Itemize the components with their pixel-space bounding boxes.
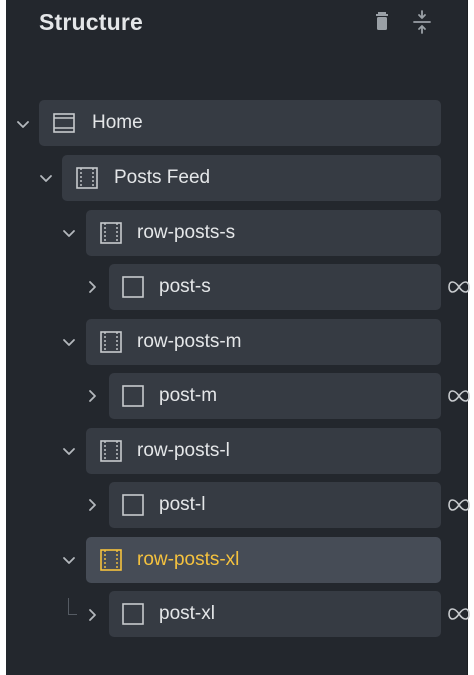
- box-icon: [121, 275, 145, 299]
- chevron-down-icon[interactable]: [60, 442, 78, 460]
- infinity-link-icon[interactable]: [448, 497, 470, 513]
- collapse-expand-icon[interactable]: [411, 9, 433, 35]
- page-icon: [52, 111, 76, 135]
- box-icon: [121, 493, 145, 517]
- tree-node-post-m[interactable]: post-m: [109, 373, 441, 419]
- box-icon: [121, 602, 145, 626]
- tree-node-row-posts-l[interactable]: row-posts-l: [86, 428, 441, 474]
- chevron-right-icon[interactable]: [83, 278, 101, 296]
- tree-node-label: Posts Feed: [114, 167, 211, 188]
- row-icon: [99, 439, 123, 463]
- structure-panel: Structure Home Posts Feed row-posts-s po…: [6, 0, 470, 675]
- tree-node-home[interactable]: Home: [39, 100, 441, 146]
- infinity-link-icon[interactable]: [448, 606, 470, 622]
- chevron-right-icon[interactable]: [83, 496, 101, 514]
- tree-node-label: post-xl: [159, 603, 215, 624]
- infinity-link-icon[interactable]: [448, 388, 470, 404]
- tree-node-label: Home: [92, 112, 143, 133]
- panel-header: Structure: [6, 0, 468, 48]
- chevron-right-icon[interactable]: [83, 606, 101, 624]
- tree-node-post-s[interactable]: post-s: [109, 264, 441, 310]
- tree-node-row-posts-s[interactable]: row-posts-s: [86, 210, 441, 256]
- tree-node-label: row-posts-xl: [137, 549, 240, 570]
- tree-guide-line: [68, 598, 77, 615]
- chevron-down-icon[interactable]: [60, 551, 78, 569]
- tree-node-label: row-posts-s: [137, 222, 236, 243]
- row-icon: [99, 330, 123, 354]
- tree-node-label: post-l: [159, 494, 206, 515]
- row-icon: [99, 548, 123, 572]
- tree-node-post-l[interactable]: post-l: [109, 482, 441, 528]
- section-icon: [75, 166, 99, 190]
- tree-node-label: row-posts-l: [137, 440, 230, 461]
- tree-node-posts-feed[interactable]: Posts Feed: [62, 155, 441, 201]
- tree-node-row-posts-m[interactable]: row-posts-m: [86, 319, 441, 365]
- chevron-down-icon[interactable]: [60, 224, 78, 242]
- box-icon: [121, 384, 145, 408]
- tree-node-label: post-m: [159, 385, 218, 406]
- chevron-down-icon[interactable]: [14, 115, 32, 133]
- tree-node-row-posts-xl[interactable]: row-posts-xl: [86, 537, 441, 583]
- panel-title: Structure: [39, 9, 144, 35]
- tree-node-label: post-s: [159, 276, 211, 297]
- chevron-right-icon[interactable]: [83, 387, 101, 405]
- trash-icon[interactable]: [371, 9, 393, 35]
- chevron-down-icon[interactable]: [37, 169, 55, 187]
- chevron-down-icon[interactable]: [60, 333, 78, 351]
- infinity-link-icon[interactable]: [448, 279, 470, 295]
- tree-node-label: row-posts-m: [137, 331, 242, 352]
- tree-node-post-xl[interactable]: post-xl: [109, 591, 441, 637]
- row-icon: [99, 221, 123, 245]
